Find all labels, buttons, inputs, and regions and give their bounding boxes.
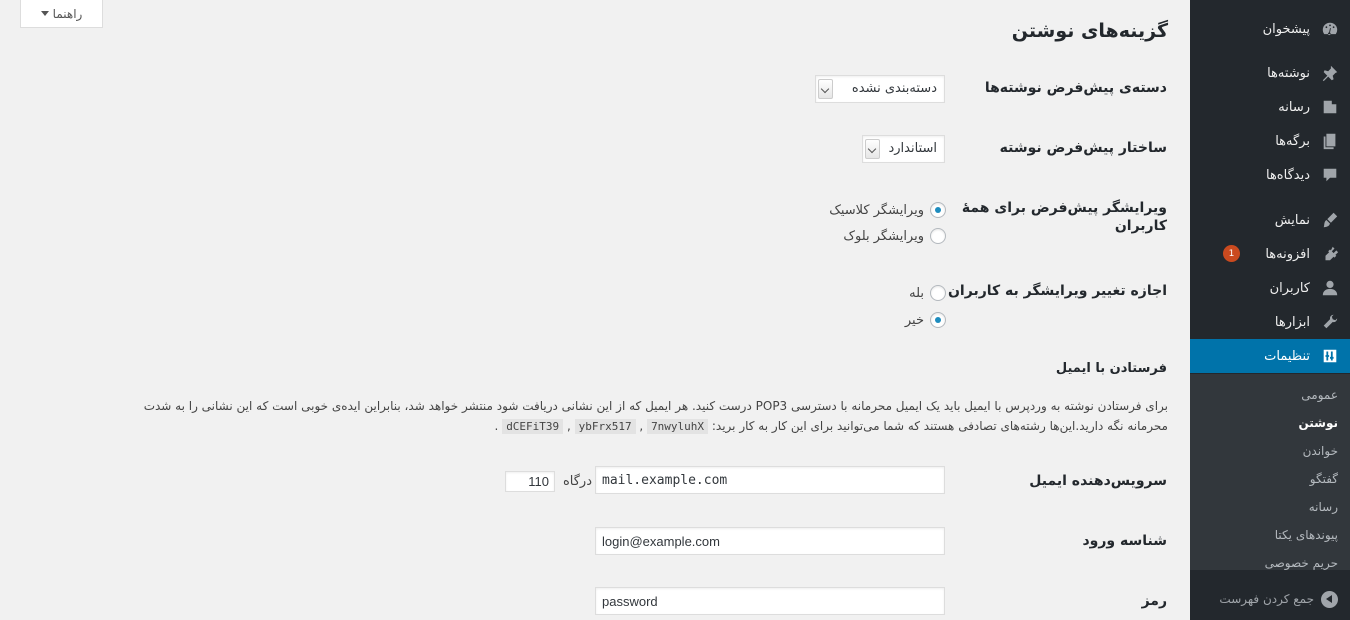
- submenu-item-reading[interactable]: خواندن: [1190, 437, 1350, 465]
- port-label: درگاه: [562, 474, 592, 489]
- allow-switch-yes-label: بله: [909, 286, 924, 301]
- post-via-email-heading: فرستادن با ایمیل: [1055, 361, 1167, 376]
- sidebar-item-media[interactable]: رسانه: [1190, 90, 1350, 124]
- submenu-item-permalinks[interactable]: پیوندهای یکتا: [1190, 521, 1350, 549]
- random-string: ybFrx517: [574, 419, 636, 434]
- allow-switch-no-radio[interactable]: [930, 312, 946, 328]
- classic-editor-option-label: ویرایشگر کلاسیک: [829, 203, 924, 218]
- brush-icon: [1320, 210, 1340, 230]
- login-name-input[interactable]: [595, 527, 945, 555]
- sidebar-item-settings[interactable]: تنظیمات: [1190, 339, 1350, 373]
- default-category-label: دسته‌ی پیش‌فرض نوشته‌ها: [984, 80, 1167, 96]
- allow-switch-label: اجازه تغییر ویرایشگر به کاربران: [947, 283, 1167, 299]
- sidebar-item-label: کاربران: [1269, 280, 1310, 296]
- login-name-label: شناسه ورود: [1082, 533, 1167, 549]
- random-string: dCEFiT39: [502, 419, 564, 434]
- default-category-select[interactable]: دسته‌بندی نشده: [815, 75, 945, 103]
- plugin-icon: [1320, 244, 1340, 264]
- sidebar-item-label: نمایش: [1274, 212, 1310, 228]
- sidebar-item-label: برگه‌ها: [1275, 133, 1310, 149]
- collapse-arrow-icon: [1321, 591, 1338, 608]
- submenu-item-privacy[interactable]: حریم خصوصی: [1190, 549, 1350, 577]
- page-title: گزینه‌های نوشتن: [1011, 20, 1168, 42]
- chevron-down-icon: [865, 139, 880, 159]
- settings-icon: [1320, 346, 1340, 366]
- default-editor-label-line1: ویرایشگر پیش‌فرض برای همهٔ: [961, 200, 1167, 216]
- port-input[interactable]: [505, 471, 555, 492]
- collapse-menu-label: جمع کردن فهرست: [1219, 592, 1314, 606]
- mail-server-label: سرویس‌دهنده ایمیل: [1029, 473, 1167, 489]
- classic-editor-radio[interactable]: [930, 202, 946, 218]
- user-icon: [1320, 278, 1340, 298]
- sidebar-item-label: رسانه: [1278, 99, 1310, 115]
- sidebar-item-users[interactable]: کاربران: [1190, 271, 1350, 305]
- sidebar-item-comments[interactable]: دیدگاه‌ها: [1190, 158, 1350, 192]
- sidebar-item-tools[interactable]: ابزارها: [1190, 305, 1350, 339]
- help-tab-label: راهنما: [52, 6, 83, 21]
- submenu-item-general[interactable]: عمومی: [1190, 381, 1350, 409]
- sidebar-item-posts[interactable]: نوشته‌ها: [1190, 56, 1350, 90]
- sidebar-item-appearance[interactable]: نمایش: [1190, 203, 1350, 237]
- random-string: 7nwyluhX: [647, 419, 709, 434]
- description-line2-text: محرمانه نگه دارید.این‌ها رشته‌های تصادفی…: [711, 419, 1168, 433]
- admin-sidebar: پیشخوان نوشته‌ها رسانه برگه‌ها دیدگاه‌ها…: [1190, 0, 1350, 620]
- allow-switch-yes-radio[interactable]: [930, 285, 946, 301]
- sidebar-item-label: افزونه‌ها: [1265, 246, 1310, 262]
- password-input[interactable]: [595, 587, 945, 615]
- sidebar-item-label: پیشخوان: [1262, 21, 1310, 37]
- submenu-item-writing[interactable]: نوشتن: [1190, 409, 1350, 437]
- settings-submenu: عمومی نوشتن خواندن گفتگو رسانه پیوندهای …: [1190, 374, 1350, 570]
- default-format-select[interactable]: استاندارد: [862, 135, 945, 163]
- chevron-down-icon: [818, 79, 833, 99]
- sidebar-item-plugins[interactable]: افزونه‌ها 1: [1190, 237, 1350, 271]
- comment-icon: [1320, 165, 1340, 185]
- caret-down-icon: [40, 11, 49, 16]
- sidebar-item-label: تنظیمات: [1264, 348, 1310, 364]
- sidebar-item-dashboard[interactable]: پیشخوان: [1190, 12, 1350, 46]
- sidebar-item-label: نوشته‌ها: [1267, 65, 1310, 81]
- pages-icon: [1320, 131, 1340, 151]
- mail-server-input[interactable]: [595, 466, 945, 494]
- sidebar-item-label: ابزارها: [1274, 314, 1310, 330]
- default-format-label: ساختار پیش‌فرض نوشته: [999, 140, 1167, 156]
- default-editor-label-line2: کاربران: [1114, 218, 1167, 234]
- help-tab-button[interactable]: راهنما: [20, 0, 103, 28]
- password-label: رمز: [1141, 593, 1167, 609]
- sidebar-item-label: دیدگاه‌ها: [1265, 167, 1310, 183]
- dashboard-icon: [1320, 19, 1340, 39]
- update-count-badge: 1: [1223, 245, 1240, 262]
- sidebar-item-pages[interactable]: برگه‌ها: [1190, 124, 1350, 158]
- pin-icon: [1320, 63, 1340, 83]
- allow-switch-no-label: خیر: [904, 313, 924, 328]
- submenu-item-media[interactable]: رسانه: [1190, 493, 1350, 521]
- media-icon: [1320, 97, 1340, 117]
- submenu-item-discussion[interactable]: گفتگو: [1190, 465, 1350, 493]
- default-category-value: دسته‌بندی نشده: [851, 81, 937, 96]
- post-via-email-description-line1: برای فرستادن نوشته به وردپرس با ایمیل با…: [143, 399, 1168, 413]
- wrench-icon: [1320, 312, 1340, 332]
- collapse-menu-button[interactable]: جمع کردن فهرست: [1190, 586, 1350, 614]
- default-format-value: استاندارد: [888, 141, 937, 156]
- block-editor-radio[interactable]: [930, 228, 946, 244]
- block-editor-option-label: ویرایشگر بلوک: [843, 229, 924, 244]
- post-via-email-description-line2: محرمانه نگه دارید.این‌ها رشته‌های تصادفی…: [494, 419, 1168, 434]
